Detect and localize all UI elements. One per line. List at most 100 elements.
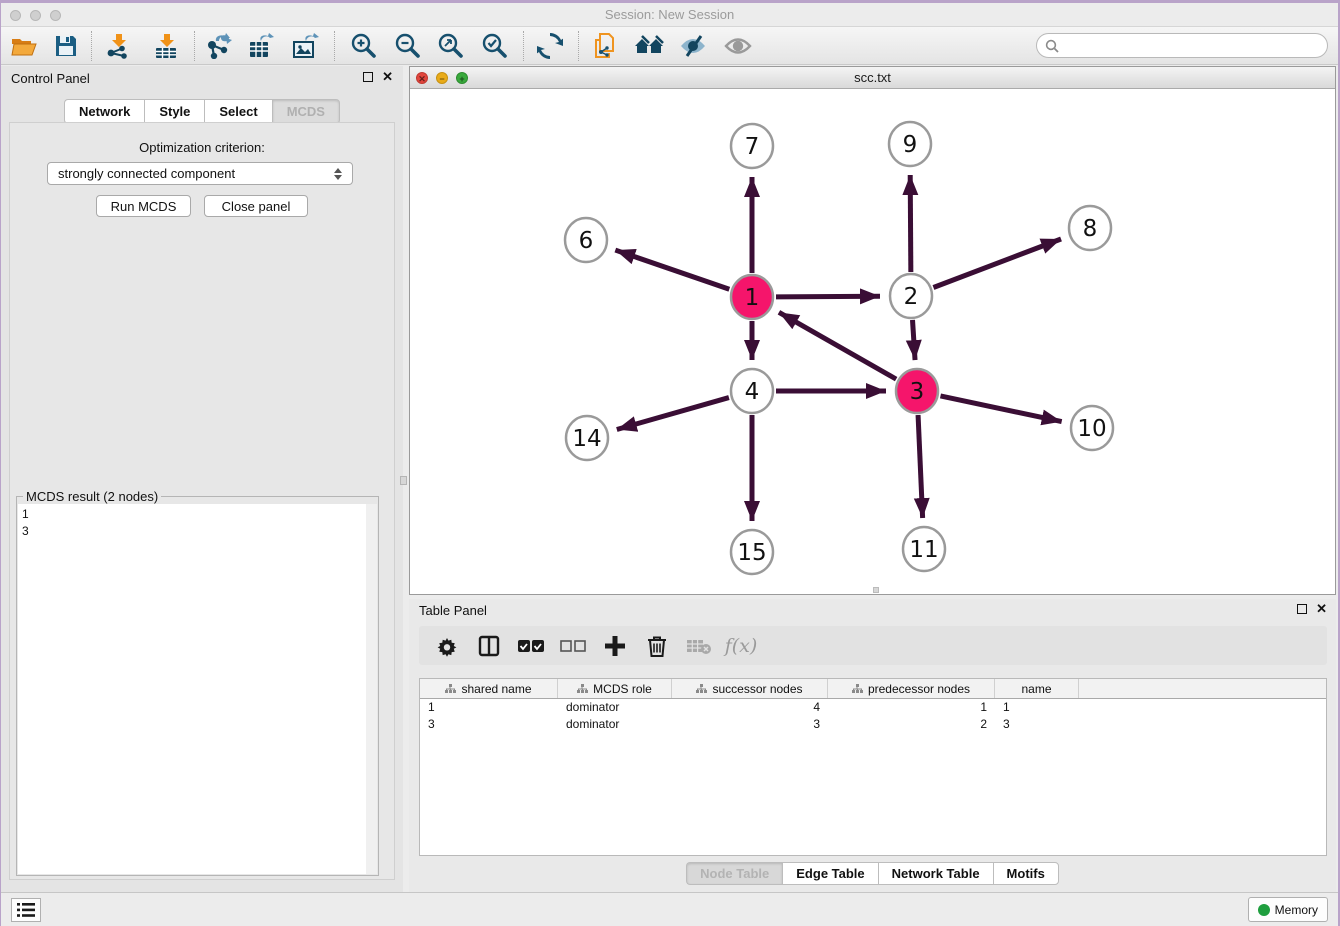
toolbar-separator	[523, 31, 524, 61]
column-header-MCDS-role[interactable]: MCDS role	[558, 679, 672, 698]
network-graph[interactable]: 1234678910111415	[410, 89, 1336, 594]
float-table-panel-icon[interactable]	[1297, 604, 1307, 614]
network-canvas[interactable]: 1234678910111415	[410, 89, 1335, 594]
window-title: Session: New Session	[1, 7, 1338, 22]
export-table-icon[interactable]	[245, 30, 279, 62]
export-image-icon[interactable]	[289, 30, 323, 62]
cell-name[interactable]: 3	[995, 716, 1079, 733]
table-tabs: Node TableEdge TableNetwork TableMotifs	[409, 862, 1336, 885]
toolbar-separator	[91, 31, 92, 61]
chevron-up-down-icon	[334, 168, 342, 180]
select-none-icon[interactable]	[559, 632, 587, 660]
tab-network[interactable]: Network	[64, 99, 144, 124]
edge-3-11[interactable]	[918, 415, 923, 518]
cell-shared-name[interactable]: 1	[420, 699, 558, 716]
zoom-out-icon[interactable]	[390, 30, 424, 62]
edge-2-8[interactable]	[933, 239, 1061, 287]
select-all-icon[interactable]	[517, 632, 545, 660]
cell-name[interactable]: 1	[995, 699, 1079, 716]
edge-1-6[interactable]	[615, 250, 729, 289]
edge-4-14[interactable]	[617, 398, 729, 430]
home-networks-icon[interactable]	[632, 30, 666, 62]
import-network-icon[interactable]	[101, 30, 135, 62]
gear-icon[interactable]	[433, 632, 461, 660]
tab-select[interactable]: Select	[204, 99, 271, 124]
clone-network-icon[interactable]	[588, 30, 622, 62]
edge-2-9[interactable]	[910, 175, 911, 272]
edge-3-10[interactable]	[940, 396, 1061, 422]
node-label-15: 15	[737, 540, 766, 566]
tab-node-table[interactable]: Node Table	[686, 862, 782, 885]
cell-successor-nodes[interactable]: 3	[672, 716, 828, 733]
table-row[interactable]: 3dominator323	[420, 716, 1326, 733]
cell-shared-name[interactable]: 3	[420, 716, 558, 733]
close-panel-button[interactable]: Close panel	[204, 195, 308, 217]
cell-MCDS-role[interactable]: dominator	[558, 699, 672, 716]
tab-mcds[interactable]: MCDS	[272, 99, 340, 124]
float-panel-icon[interactable]	[363, 72, 373, 82]
toolbar-separator	[334, 31, 335, 61]
mcds-result-text[interactable]: 1 3	[18, 504, 377, 874]
tab-style[interactable]: Style	[144, 99, 204, 124]
splitter-handle[interactable]	[400, 476, 407, 485]
edge-2-3[interactable]	[913, 320, 916, 360]
search-box[interactable]	[1036, 33, 1328, 58]
node-label-4: 4	[745, 379, 760, 405]
cell-MCDS-role[interactable]: dominator	[558, 716, 672, 733]
cell-predecessor-nodes[interactable]: 1	[828, 699, 995, 716]
column-header-predecessor-nodes[interactable]: predecessor nodes	[828, 679, 995, 698]
column-label: successor nodes	[712, 682, 802, 696]
criterion-select[interactable]: strongly connected component	[47, 162, 353, 185]
export-network-icon[interactable]	[202, 30, 236, 62]
network-view-window: ✕ − + scc.txt 1234678910111415	[409, 66, 1336, 595]
column-header-name[interactable]: name	[995, 679, 1079, 698]
task-history-button[interactable]	[11, 898, 41, 922]
delete-table-icon[interactable]	[685, 632, 713, 660]
tab-motifs[interactable]: Motifs	[993, 862, 1059, 885]
memory-label: Memory	[1275, 903, 1318, 917]
add-icon[interactable]	[601, 632, 629, 660]
zoom-selected-icon[interactable]	[477, 30, 511, 62]
trash-icon[interactable]	[643, 632, 671, 660]
attribute-tree-icon	[852, 684, 863, 694]
search-input[interactable]	[1063, 39, 1313, 53]
split-columns-icon[interactable]	[475, 632, 503, 660]
attribute-tree-icon	[577, 684, 588, 694]
node-table[interactable]: shared nameMCDS role successor nodes prede…	[419, 678, 1327, 856]
function-icon[interactable]: f(x)	[727, 632, 755, 660]
table-row[interactable]: 1dominator411	[420, 699, 1326, 716]
close-table-panel-icon[interactable]: ✕	[1316, 604, 1327, 614]
column-header-successor-nodes[interactable]: successor nodes	[672, 679, 828, 698]
memory-button[interactable]: Memory	[1248, 897, 1328, 922]
save-icon[interactable]	[49, 30, 83, 62]
column-header-shared-name[interactable]: shared name	[420, 679, 558, 698]
table-panel: Table Panel ✕	[409, 599, 1336, 892]
edge-1-2[interactable]	[776, 296, 880, 297]
tab-network-table[interactable]: Network Table	[878, 862, 993, 885]
node-label-6: 6	[579, 228, 594, 254]
refresh-icon[interactable]	[533, 30, 567, 62]
memory-status-icon	[1258, 904, 1270, 916]
cell-predecessor-nodes[interactable]: 2	[828, 716, 995, 733]
close-panel-icon[interactable]: ✕	[382, 72, 393, 82]
column-label: name	[1021, 682, 1051, 696]
attribute-tree-icon	[696, 684, 707, 694]
edge-3-1[interactable]	[779, 312, 896, 379]
hide-eye-icon[interactable]	[676, 30, 710, 62]
zoom-in-icon[interactable]	[346, 30, 380, 62]
network-window-titlebar[interactable]: ✕ − + scc.txt	[410, 67, 1335, 89]
search-icon	[1045, 39, 1059, 53]
run-mcds-button[interactable]: Run MCDS	[96, 195, 191, 217]
result-scrollbar[interactable]	[366, 504, 377, 874]
titlebar: Session: New Session	[1, 3, 1338, 27]
control-panel: Control Panel ✕ NetworkStyleSelectMCDS O…	[1, 66, 403, 892]
toolbar-separator	[194, 31, 195, 61]
zoom-fit-icon[interactable]	[433, 30, 467, 62]
resize-grip[interactable]	[873, 587, 879, 593]
show-eye-icon[interactable]	[721, 30, 755, 62]
cell-successor-nodes[interactable]: 4	[672, 699, 828, 716]
open-folder-icon[interactable]	[7, 30, 41, 62]
import-table-icon[interactable]	[149, 30, 183, 62]
application-window: Session: New Session	[1, 3, 1338, 926]
tab-edge-table[interactable]: Edge Table	[782, 862, 877, 885]
